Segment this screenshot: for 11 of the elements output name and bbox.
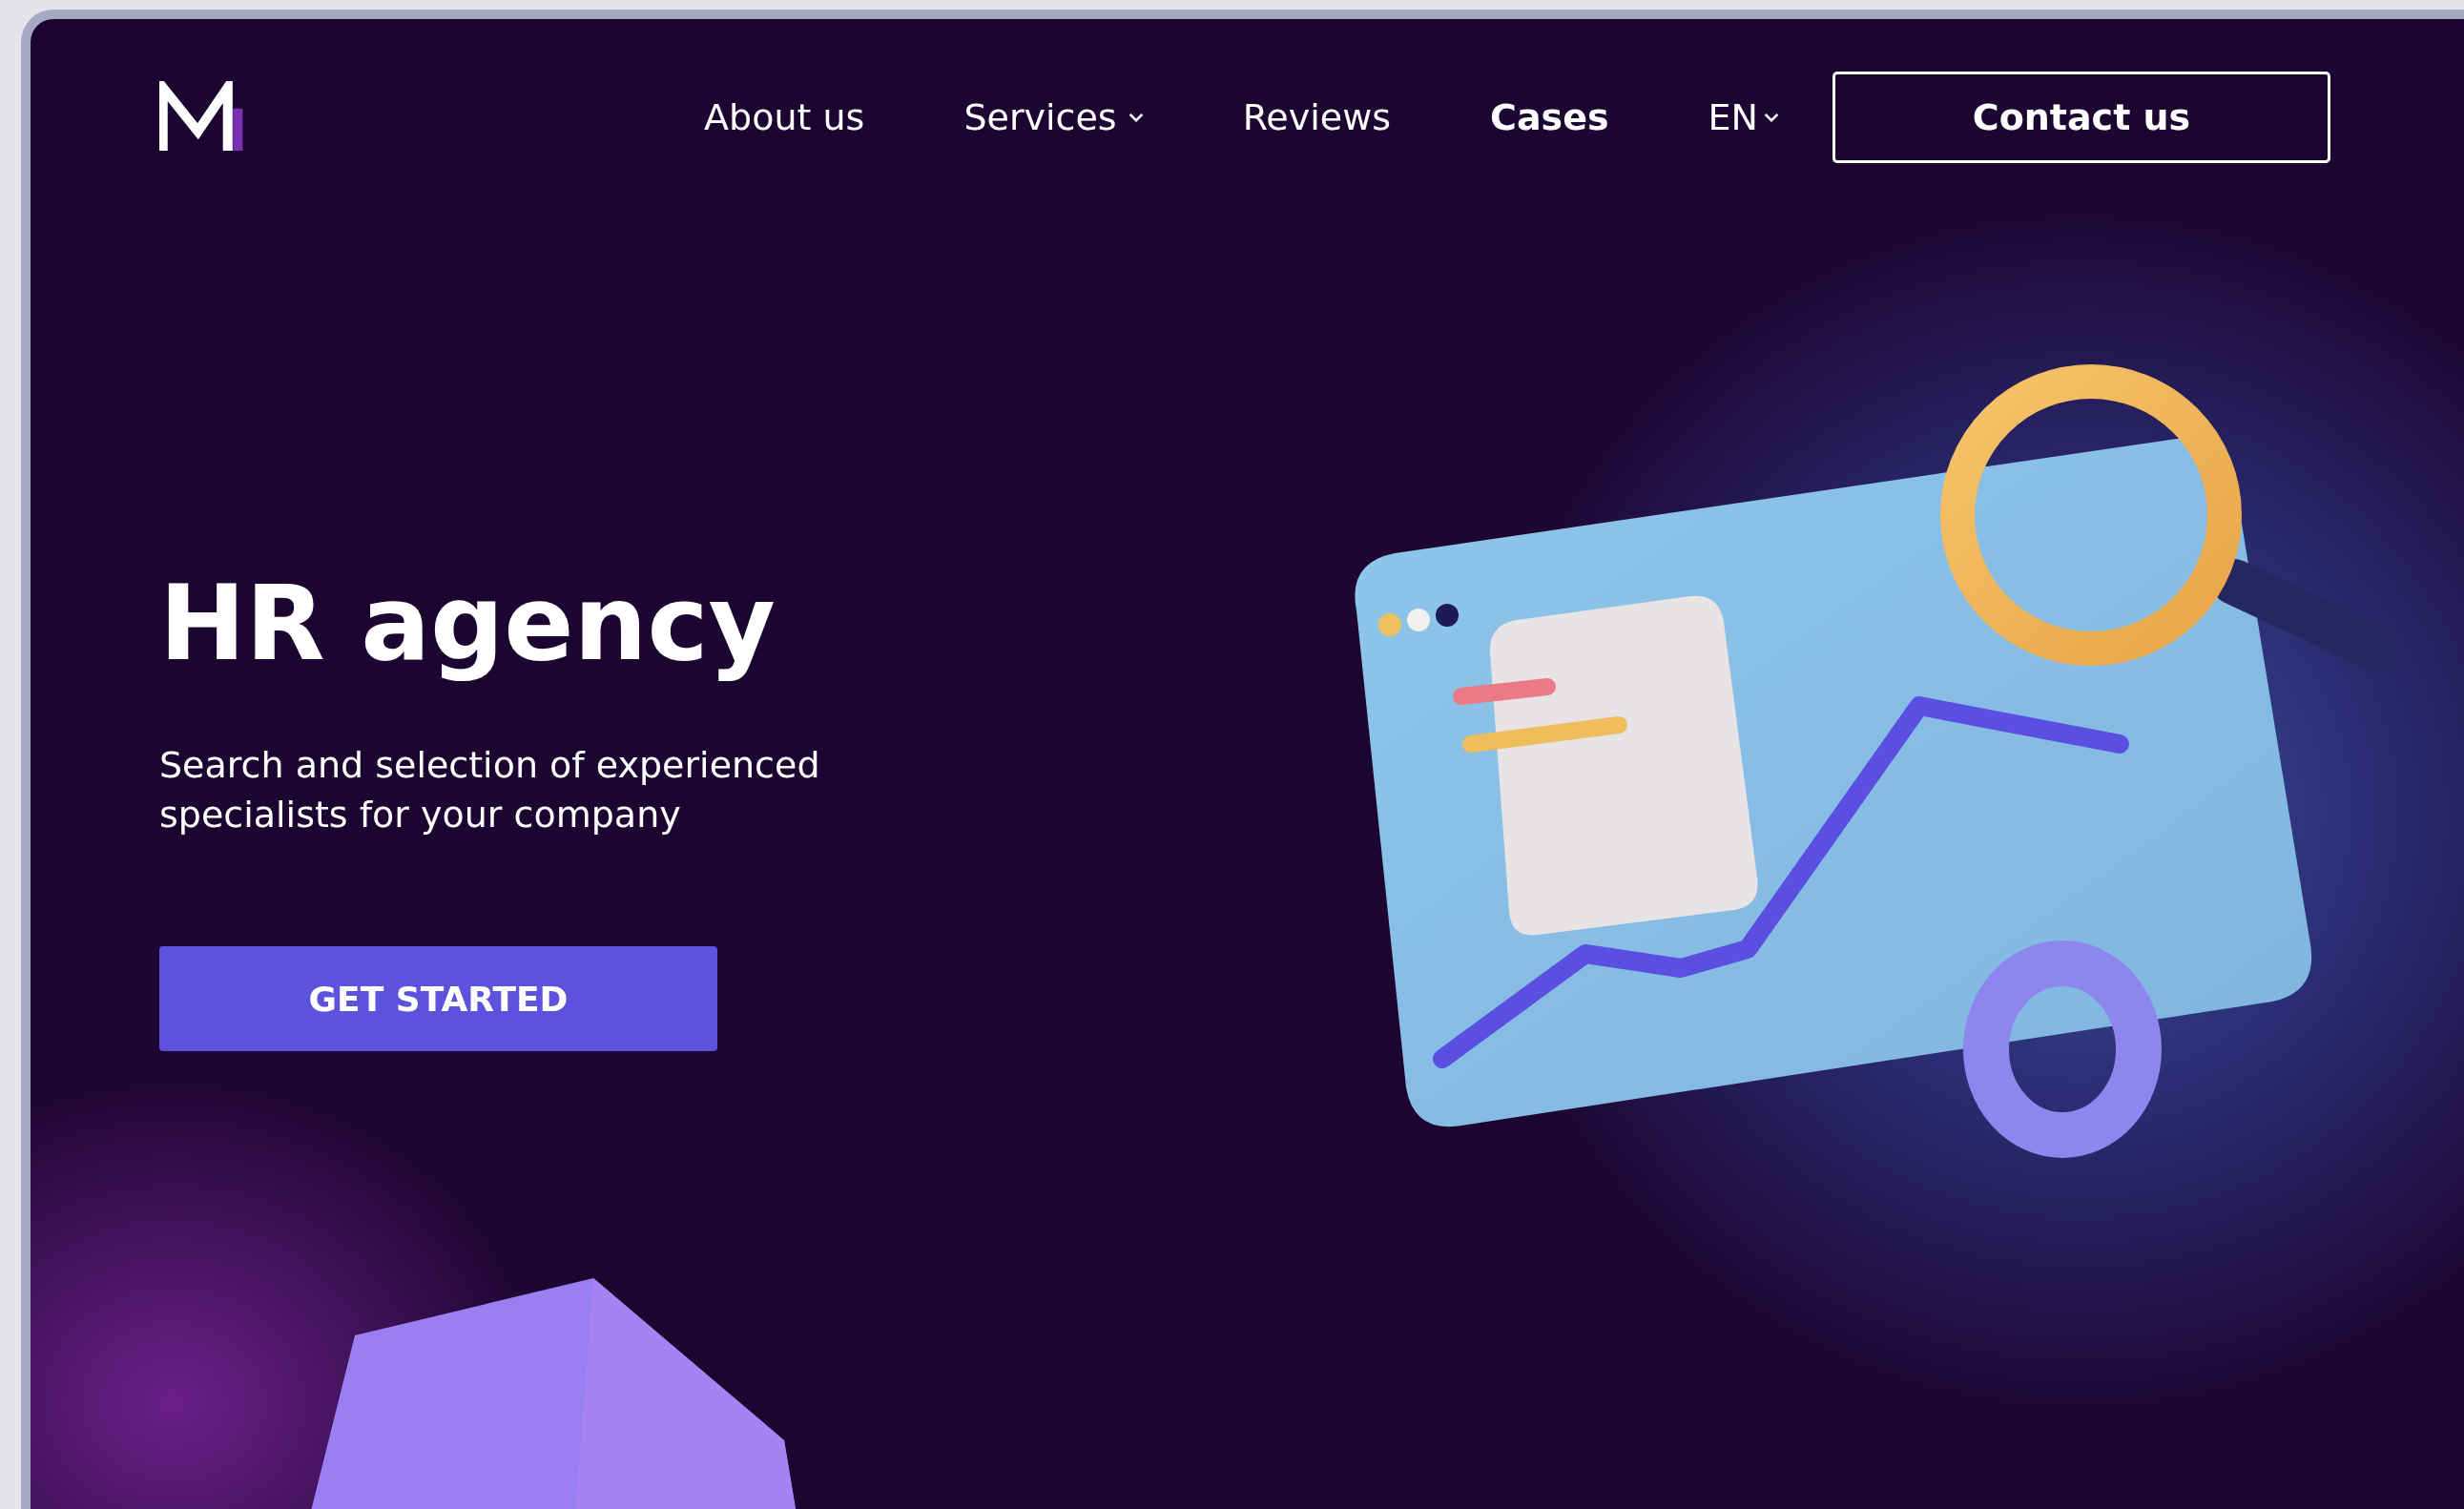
nav-link[interactable]: About us <box>704 96 865 138</box>
nav-link[interactable]: Cases <box>1490 96 1609 138</box>
caret-icon <box>1764 113 1779 122</box>
get-started-button[interactable]: GET STARTED <box>159 946 717 1051</box>
hero-title: HR agency <box>159 564 776 683</box>
nav-link[interactable]: Services <box>963 96 1144 138</box>
nav-link[interactable]: Reviews <box>1242 96 1391 138</box>
language-selector[interactable]: EN <box>1708 96 1779 138</box>
caret-icon <box>1128 113 1144 122</box>
hero-subtitle: Search and selection of experienced specialists for your company <box>159 743 821 837</box>
contact-button[interactable]: Contact us <box>1832 72 2330 163</box>
